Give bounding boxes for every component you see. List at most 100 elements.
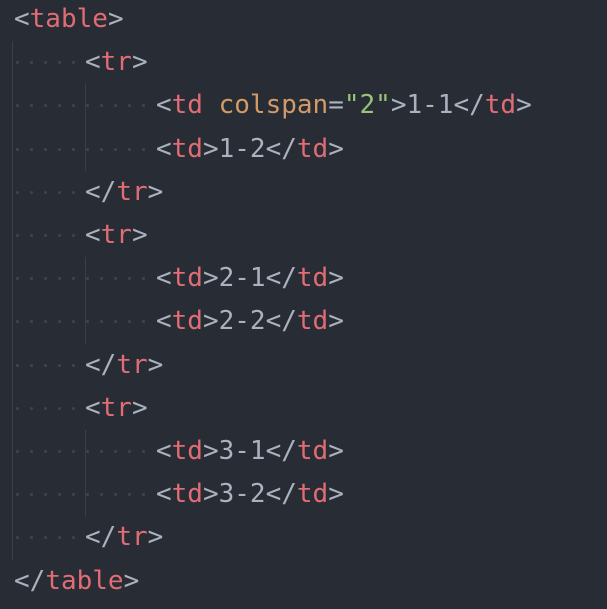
code-text: <td>1-2</td>: [156, 128, 344, 171]
whitespace-markers: [16, 171, 86, 214]
code-text: </table>: [14, 560, 139, 603]
token-punc: <: [156, 133, 172, 164]
token-punc: <: [85, 47, 101, 78]
token-tag: td: [171, 479, 203, 510]
token-tag: td: [171, 263, 203, 294]
code-text: <td>2-2</td>: [156, 300, 344, 343]
token-punc: <: [156, 90, 172, 121]
token-punc: >: [202, 263, 219, 294]
token-tag: td: [296, 133, 329, 164]
token-tag: tr: [100, 220, 132, 250]
code-line[interactable]: <td>3-2</td>: [0, 473, 607, 516]
token-punc: </: [85, 176, 117, 207]
token-punc: >: [123, 565, 140, 596]
code-line[interactable]: </tr>: [0, 516, 607, 559]
token-punc: >: [147, 349, 164, 380]
token-tag: td: [171, 133, 203, 164]
token-punc: >: [516, 90, 532, 121]
token-punc: >: [202, 479, 219, 510]
token-tag: td: [296, 306, 329, 337]
code-line[interactable]: <tr>: [0, 214, 607, 257]
token-tag: tr: [100, 47, 132, 78]
indent-guide: [85, 430, 86, 517]
token-tag: td: [171, 436, 203, 466]
code-text: </tr>: [85, 516, 163, 559]
token-tag: tr: [100, 392, 132, 423]
code-text: <td>2-1</td>: [156, 257, 344, 300]
code-line[interactable]: <tr>: [0, 41, 607, 84]
code-editor[interactable]: <table> <tr> <td colspan="2">1-1</td> <td>1…: [0, 0, 607, 609]
token-tag: td: [171, 306, 203, 337]
token-punc: <: [85, 220, 101, 250]
token-punc: >: [328, 436, 344, 466]
token-tag: td: [484, 90, 517, 121]
code-text: <table>: [14, 0, 124, 41]
token-punc: </: [265, 133, 297, 164]
indent-guide: [85, 257, 86, 344]
token-punc: >: [202, 306, 219, 337]
token-punc: >: [202, 133, 219, 164]
token-txt: 1-1: [406, 90, 454, 121]
whitespace-markers: [16, 128, 156, 171]
token-punc: >: [328, 479, 344, 510]
token-punc: </: [265, 263, 297, 294]
token-txt: 3-1: [218, 436, 266, 466]
token-txt: 2-1: [218, 263, 266, 294]
token-punc: </: [453, 90, 485, 121]
token-tag: tr: [116, 349, 148, 380]
token-txt: 3-2: [218, 479, 266, 510]
token-punc: </: [85, 522, 117, 553]
token-punc: >: [131, 392, 148, 423]
token-tag: td: [296, 436, 329, 466]
token-str: "2": [343, 90, 391, 121]
code-line[interactable]: <td>1-2</td>: [0, 128, 607, 171]
token-punc: <: [85, 392, 101, 423]
token-punc: >: [107, 4, 124, 34]
token-tag: table: [45, 565, 124, 596]
code-text: <tr>: [85, 387, 148, 430]
code-line[interactable]: <table>: [0, 0, 607, 41]
token-attr: colspan: [218, 90, 329, 121]
token-tag: table: [29, 4, 108, 34]
token-punc: >: [328, 133, 344, 164]
code-text: <tr>: [85, 41, 148, 84]
token-punc: <: [156, 306, 172, 337]
code-line[interactable]: </tr>: [0, 171, 607, 214]
token-punc: >: [147, 176, 164, 207]
token-punc: >: [147, 522, 164, 553]
code-line[interactable]: </tr>: [0, 344, 607, 387]
token-punc: </: [85, 349, 117, 380]
token-punc: </: [265, 479, 297, 510]
code-text: </tr>: [85, 171, 163, 214]
code-line[interactable]: </table>: [0, 560, 607, 603]
token-punc: <: [14, 4, 30, 34]
whitespace-markers: [16, 430, 156, 473]
code-text: <tr>: [85, 214, 148, 257]
token-tag: td: [296, 479, 329, 510]
indent-guide: [85, 84, 86, 171]
token-punc: <: [156, 436, 172, 466]
code-line[interactable]: <tr>: [0, 387, 607, 430]
token-txt: 2-2: [218, 306, 266, 337]
code-text: <td>3-2</td>: [156, 473, 344, 516]
token-punc: >: [202, 436, 219, 466]
whitespace-markers: [16, 214, 86, 257]
code-text: <td>3-1</td>: [156, 430, 344, 473]
whitespace-markers: [16, 473, 156, 516]
whitespace-markers: [16, 344, 86, 387]
code-line[interactable]: <td>2-1</td>: [0, 257, 607, 300]
code-line[interactable]: <td>2-2</td>: [0, 300, 607, 343]
token-tag: td: [171, 90, 203, 121]
token-punc: </: [265, 436, 297, 466]
token-punc: =: [328, 90, 344, 121]
token-punc: <: [156, 479, 172, 510]
whitespace-markers: [16, 257, 156, 300]
token-tag: tr: [116, 176, 148, 207]
code-line[interactable]: <td colspan="2">1-1</td>: [0, 84, 607, 127]
token-punc: >: [328, 306, 344, 337]
token-punc: </: [265, 306, 297, 337]
code-line[interactable]: <td>3-1</td>: [0, 430, 607, 473]
token-punc: <: [156, 263, 172, 294]
token-punc: >: [131, 220, 148, 250]
